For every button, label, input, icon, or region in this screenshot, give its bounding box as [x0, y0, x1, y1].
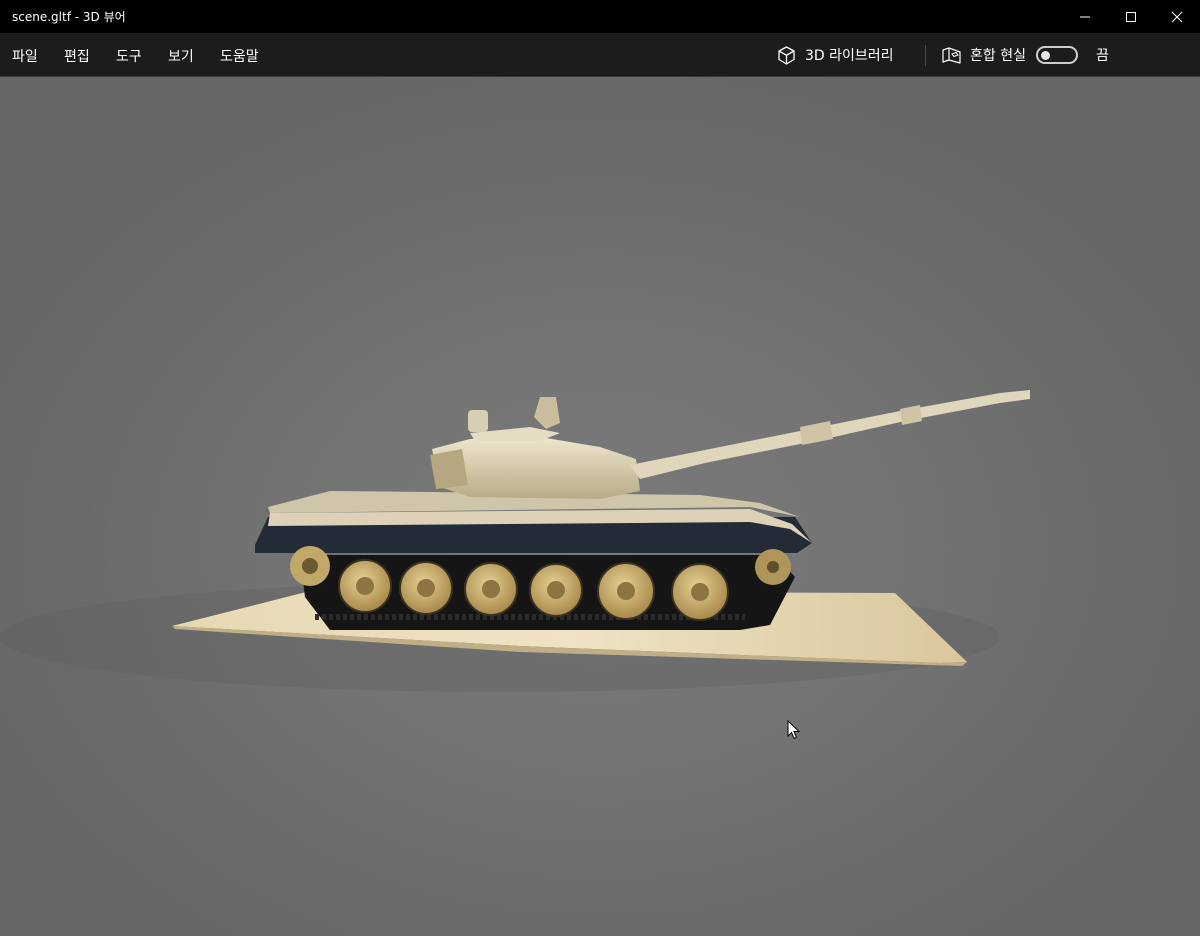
- tank-model[interactable]: [0, 77, 1200, 936]
- mixed-reality-icon: [942, 46, 961, 64]
- mixed-reality-state: 끔: [1095, 48, 1109, 64]
- menu-help[interactable]: 도움말: [220, 46, 259, 66]
- 3d-library-label: 3D 라이브러리: [805, 48, 894, 64]
- menu-view[interactable]: 보기: [168, 46, 194, 66]
- close-icon: [1171, 11, 1183, 22]
- app-window: scene.gltf - 3D 뷰어 파일 편집 도구 보기 도움말 3D 라이…: [0, 0, 1200, 936]
- cube-icon: [778, 45, 795, 65]
- menu-bar: 파일 편집 도구 보기 도움말 3D 라이브러리 혼합 현실 끔: [0, 33, 1200, 77]
- minimize-button[interactable]: [1062, 0, 1108, 33]
- mixed-reality-toggle[interactable]: [1035, 46, 1078, 64]
- mouse-cursor: [787, 720, 801, 740]
- toggle-knob: [1040, 51, 1050, 60]
- window-title: scene.gltf - 3D 뷰어: [12, 10, 126, 24]
- maximize-button[interactable]: [1108, 0, 1154, 33]
- mixed-reality-label: 혼합 현실: [970, 48, 1026, 64]
- title-bar[interactable]: scene.gltf - 3D 뷰어: [0, 0, 1200, 33]
- close-button[interactable]: [1154, 0, 1200, 33]
- menu-tools[interactable]: 도구: [116, 46, 142, 66]
- menu-file[interactable]: 파일: [12, 46, 38, 66]
- mixed-reality-group: 혼합 현실 끔: [941, 41, 1109, 69]
- 3d-library-button[interactable]: 3D 라이브러리: [776, 41, 894, 69]
- 3d-viewport[interactable]: [0, 77, 1200, 936]
- minimize-icon: [1080, 16, 1090, 17]
- toolbar-divider: [925, 45, 926, 66]
- maximize-icon: [1126, 11, 1136, 22]
- menu-edit[interactable]: 편집: [64, 46, 90, 66]
